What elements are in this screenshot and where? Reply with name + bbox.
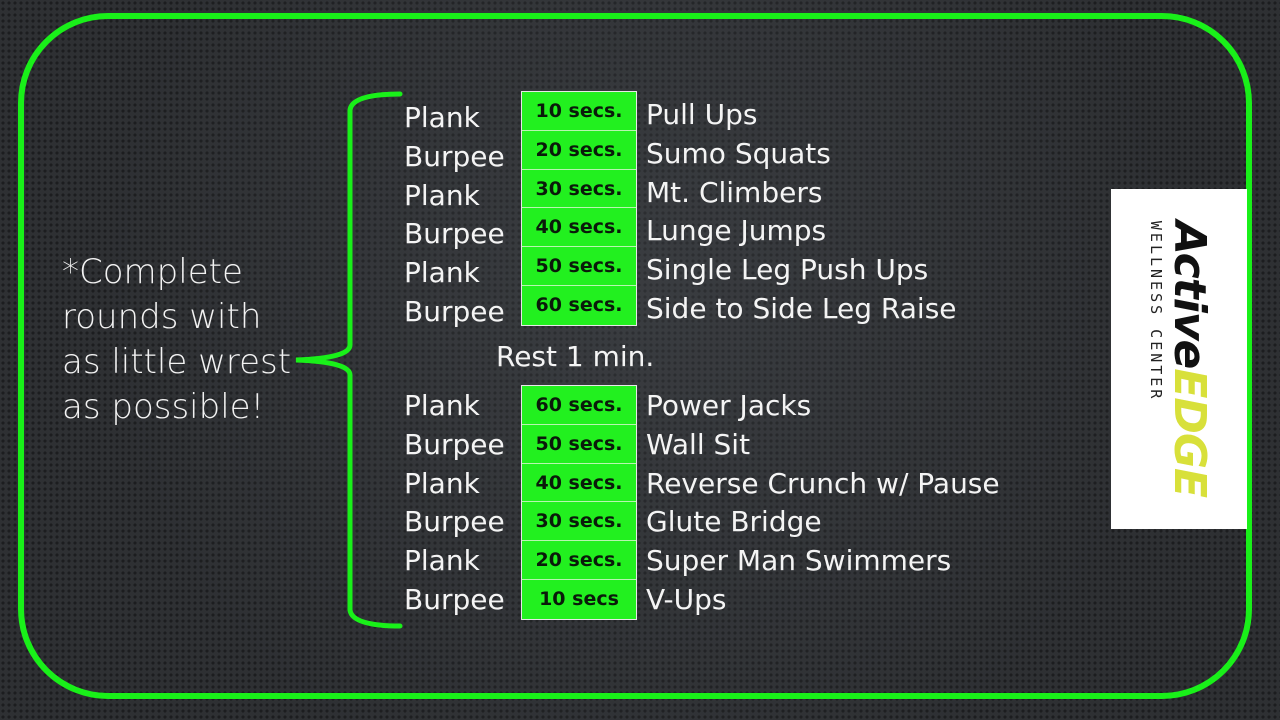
round1-time-cell: 60 secs.	[535, 293, 623, 316]
round1-time-cell: 40 secs.	[522, 208, 636, 248]
round2-time-cell: 20 secs.	[522, 541, 636, 580]
round2-left-column: Plank Burpee Plank Burpee Plank Burpee	[404, 387, 505, 620]
round2-right-column: Power Jacks Wall Sit Reverse Crunch w/ P…	[646, 387, 1000, 620]
round2-left-exercise: Plank	[404, 389, 480, 422]
round1-exercise: Lunge Jumps	[646, 214, 827, 248]
round2-left-exercise: Plank	[404, 466, 480, 500]
round2-left-exercise: Burpee	[404, 427, 505, 461]
logo-brand-active: Active	[1164, 220, 1215, 369]
activeedge-logo: ActiveEDGE WELLNESS CENTER	[1111, 189, 1247, 529]
round1-left-exercise: Plank	[404, 178, 480, 212]
round1-left-exercise: Burpee	[404, 217, 505, 251]
round1-time-table: 10 secs. 20 secs. 30 secs. 40 secs. 50 s…	[521, 91, 637, 326]
round1-exercise: Pull Ups	[646, 98, 758, 131]
logo-brand: ActiveEDGE	[1164, 221, 1215, 497]
round1-time-cell: 50 secs.	[522, 247, 636, 286]
round1-time-cell: 20 secs.	[522, 131, 636, 170]
round2-exercise: Super Man Swimmers	[646, 544, 952, 578]
round2-time-cell: 30 secs.	[522, 502, 636, 542]
round2-left-exercise: Burpee	[404, 505, 505, 539]
round1-right-column: Pull Ups Sumo Squats Mt. Climbers Lunge …	[646, 96, 957, 329]
round1-left-exercise: Plank	[404, 101, 480, 134]
round2-time-cell: 60 secs.	[522, 386, 636, 425]
round2-time-cell: 10 secs	[539, 587, 619, 610]
round1-exercise: Side to Side Leg Raise	[646, 291, 957, 325]
round2-time-table: 60 secs. 50 secs. 40 secs. 30 secs. 20 s…	[521, 385, 637, 620]
round2-exercise: Wall Sit	[646, 427, 751, 461]
round1-time-cell: 30 secs.	[522, 170, 636, 209]
round1-left-exercise: Burpee	[404, 139, 505, 173]
round1-left-exercise: Burpee	[404, 294, 505, 328]
round1-exercise: Single Leg Push Ups	[646, 253, 929, 287]
round1-exercise: Sumo Squats	[646, 136, 831, 170]
logo-brand-edge: EDGE	[1164, 368, 1215, 498]
round1-time-cell: 10 secs.	[522, 92, 636, 131]
round2-exercise: Power Jacks	[646, 389, 812, 422]
round2-left-exercise: Plank	[404, 544, 480, 578]
round1-exercise: Mt. Climbers	[646, 175, 823, 209]
round1-left-column: Plank Burpee Plank Burpee Plank Burpee	[404, 99, 505, 332]
round2-time-cell: 50 secs.	[522, 425, 636, 464]
round2-time-cell: 40 secs.	[522, 464, 636, 503]
rest-label: Rest 1 min.	[496, 340, 655, 373]
round2-exercise: Glute Bridge	[646, 505, 822, 539]
logo-subtitle: WELLNESS CENTER	[1147, 220, 1165, 402]
round1-left-exercise: Plank	[404, 256, 480, 290]
round2-exercise: Reverse Crunch w/ Pause	[646, 466, 1000, 500]
round2-exercise: V-Ups	[646, 582, 727, 616]
round2-left-exercise: Burpee	[404, 582, 505, 616]
